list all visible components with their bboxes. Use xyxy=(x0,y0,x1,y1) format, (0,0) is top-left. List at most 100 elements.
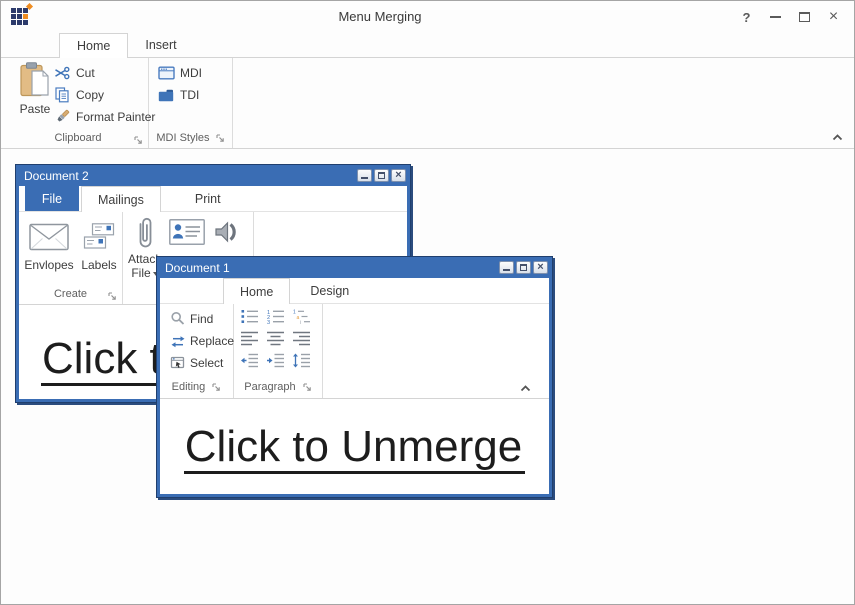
magnifier-icon xyxy=(170,311,186,327)
select-button[interactable]: Select xyxy=(170,353,223,373)
replace-button[interactable]: Replace xyxy=(170,331,234,351)
minimize-icon xyxy=(770,16,781,18)
document2-close-button[interactable]: × xyxy=(391,169,406,182)
find-label: Find xyxy=(190,312,213,326)
format-painter-button[interactable]: Format Painter xyxy=(53,107,155,127)
maximize-icon xyxy=(378,172,385,179)
minimize-button[interactable] xyxy=(761,1,790,33)
envelope-icon xyxy=(23,216,75,258)
tdi-folder-icon xyxy=(157,89,175,102)
document2-tab-mailings[interactable]: Mailings xyxy=(81,186,161,212)
editing-group-label: Editing xyxy=(172,381,206,393)
create-dialog-launcher-icon[interactable] xyxy=(108,292,117,301)
document1-tab-row: Home Design xyxy=(160,278,549,304)
editing-group: Find Replace xyxy=(160,304,234,398)
document2-maximize-button[interactable] xyxy=(374,169,389,182)
minimize-icon xyxy=(361,177,368,179)
envelopes-button[interactable]: Envlopes xyxy=(23,216,75,272)
align-center-icon xyxy=(267,331,285,349)
clipboard-dialog-launcher-icon[interactable] xyxy=(134,136,143,145)
speaker-button[interactable] xyxy=(211,219,243,248)
align-center-button[interactable] xyxy=(264,330,288,349)
mdi-styles-dialog-launcher-icon[interactable] xyxy=(216,134,225,143)
cut-button[interactable]: Cut xyxy=(53,63,95,83)
clipboard-group-footer: Clipboard xyxy=(8,131,148,145)
labels-icon xyxy=(77,216,121,258)
create-group: Envlopes xyxy=(19,212,123,304)
document1-close-button[interactable]: × xyxy=(533,261,548,274)
align-right-icon xyxy=(293,331,311,349)
tab-home[interactable]: Home xyxy=(59,33,128,58)
editing-dialog-launcher-icon[interactable] xyxy=(212,383,221,392)
app-window: Menu Merging ? × Home Insert xyxy=(0,0,855,605)
paste-label: Paste xyxy=(13,102,57,116)
decrease-indent-button[interactable] xyxy=(238,352,262,371)
align-right-button[interactable] xyxy=(290,330,314,349)
multilevel-list-button[interactable]: 1 a i xyxy=(290,308,314,327)
document1-minimize-button[interactable] xyxy=(499,261,514,274)
numbered-list-icon: 123 xyxy=(267,309,285,327)
create-group-footer: Create xyxy=(19,287,122,301)
paragraph-group-label: Paragraph xyxy=(244,381,295,393)
bullet-list-icon xyxy=(241,309,259,327)
find-button[interactable]: Find xyxy=(170,309,213,329)
document2-titlebar[interactable]: Document 2 × xyxy=(19,165,407,186)
document1-title: Document 1 xyxy=(165,261,499,275)
increase-indent-button[interactable] xyxy=(264,352,288,371)
select-label: Select xyxy=(190,356,223,370)
document2-tab-row: File Mailings Print xyxy=(19,186,407,212)
mdi-label: MDI xyxy=(180,66,202,80)
bullet-list-button[interactable] xyxy=(238,308,262,327)
document1-window: Document 1 × Home Design xyxy=(156,256,553,498)
copy-pages-icon xyxy=(53,87,71,103)
multilevel-list-icon: 1 a i xyxy=(293,309,311,327)
paragraph-dialog-launcher-icon[interactable] xyxy=(303,383,312,392)
window-title: Menu Merging xyxy=(1,1,759,33)
decrease-indent-icon xyxy=(241,353,259,371)
mdi-button[interactable]: MDI xyxy=(157,63,202,83)
maximize-button[interactable] xyxy=(790,1,819,33)
document1-content: Click to Unmerge xyxy=(160,399,549,494)
mdi-styles-group: MDI TDI MDI Styles xyxy=(149,58,233,148)
paste-button[interactable]: Paste xyxy=(13,62,57,116)
svg-text:i: i xyxy=(300,320,301,324)
labels-button[interactable]: Labels xyxy=(77,216,121,272)
tdi-button[interactable]: TDI xyxy=(157,85,199,105)
replace-arrows-icon xyxy=(170,334,186,349)
line-spacing-icon xyxy=(293,353,311,371)
format-painter-label: Format Painter xyxy=(76,110,155,124)
mdi-styles-group-footer: MDI Styles xyxy=(149,131,232,145)
document1-ribbon-collapse-chevron-icon[interactable] xyxy=(520,385,531,392)
document1-tab-design[interactable]: Design xyxy=(294,278,365,303)
clipboard-group: Paste Cut xyxy=(8,58,149,148)
close-button[interactable]: × xyxy=(819,1,848,33)
minimize-icon xyxy=(503,269,510,271)
numbered-list-button[interactable]: 123 xyxy=(264,308,288,327)
document2-file-button[interactable]: File xyxy=(25,186,79,211)
document1-titlebar[interactable]: Document 1 × xyxy=(160,257,549,278)
align-left-button[interactable] xyxy=(238,330,262,349)
maximize-icon xyxy=(520,264,527,271)
document1-unmerge-link[interactable]: Click to Unmerge xyxy=(184,424,525,474)
contact-card-button[interactable] xyxy=(167,219,207,248)
document1-maximize-button[interactable] xyxy=(516,261,531,274)
ribbon-collapse-chevron-icon[interactable] xyxy=(832,134,843,141)
speaker-icon xyxy=(214,234,240,248)
paragraph-group: 123 1 a i xyxy=(234,304,323,398)
document1-tab-home[interactable]: Home xyxy=(223,278,290,304)
envelopes-label: Envlopes xyxy=(24,258,73,272)
document2-tab-print[interactable]: Print xyxy=(179,186,237,211)
mdi-styles-group-label: MDI Styles xyxy=(156,132,209,144)
contact-card-icon xyxy=(169,234,205,248)
cut-label: Cut xyxy=(76,66,95,80)
document2-title: Document 2 xyxy=(24,169,357,183)
select-cursor-icon xyxy=(170,355,186,371)
copy-button[interactable]: Copy xyxy=(53,85,104,105)
increase-indent-icon xyxy=(267,353,285,371)
replace-label: Replace xyxy=(190,334,234,348)
line-spacing-button[interactable] xyxy=(290,352,314,371)
document2-minimize-button[interactable] xyxy=(357,169,372,182)
tab-insert[interactable]: Insert xyxy=(128,33,193,58)
help-button[interactable]: ? xyxy=(732,1,761,33)
copy-label: Copy xyxy=(76,88,104,102)
